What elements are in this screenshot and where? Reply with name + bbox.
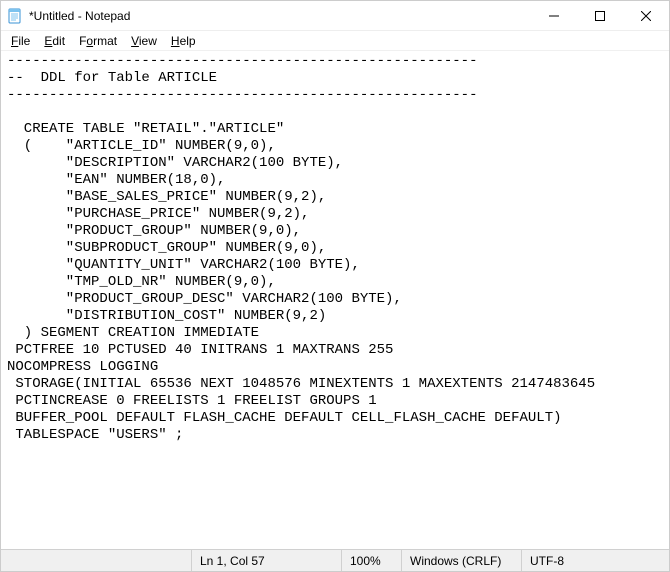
menu-format[interactable]: Format bbox=[73, 33, 123, 49]
menubar: File Edit Format View Help bbox=[1, 31, 669, 51]
menu-help[interactable]: Help bbox=[165, 33, 202, 49]
status-zoom: 100% bbox=[341, 550, 401, 571]
minimize-icon bbox=[549, 11, 559, 21]
notepad-window: *Untitled - Notepad File Edit bbox=[0, 0, 670, 572]
statusbar: Ln 1, Col 57 100% Windows (CRLF) UTF-8 bbox=[1, 549, 669, 571]
status-cursor-position: Ln 1, Col 57 bbox=[191, 550, 341, 571]
status-encoding: UTF-8 bbox=[521, 550, 669, 571]
editor-textarea[interactable]: ----------------------------------------… bbox=[1, 51, 669, 549]
close-button[interactable] bbox=[623, 1, 669, 30]
menu-file[interactable]: File bbox=[5, 33, 36, 49]
maximize-button[interactable] bbox=[577, 1, 623, 30]
menu-edit[interactable]: Edit bbox=[38, 33, 71, 49]
status-blank bbox=[1, 550, 191, 571]
notepad-app-icon bbox=[7, 8, 23, 24]
titlebar: *Untitled - Notepad bbox=[1, 1, 669, 31]
window-controls bbox=[531, 1, 669, 30]
menu-view[interactable]: View bbox=[125, 33, 163, 49]
window-title: *Untitled - Notepad bbox=[29, 9, 531, 23]
close-icon bbox=[641, 11, 651, 21]
minimize-button[interactable] bbox=[531, 1, 577, 30]
maximize-icon bbox=[595, 11, 605, 21]
status-line-ending: Windows (CRLF) bbox=[401, 550, 521, 571]
